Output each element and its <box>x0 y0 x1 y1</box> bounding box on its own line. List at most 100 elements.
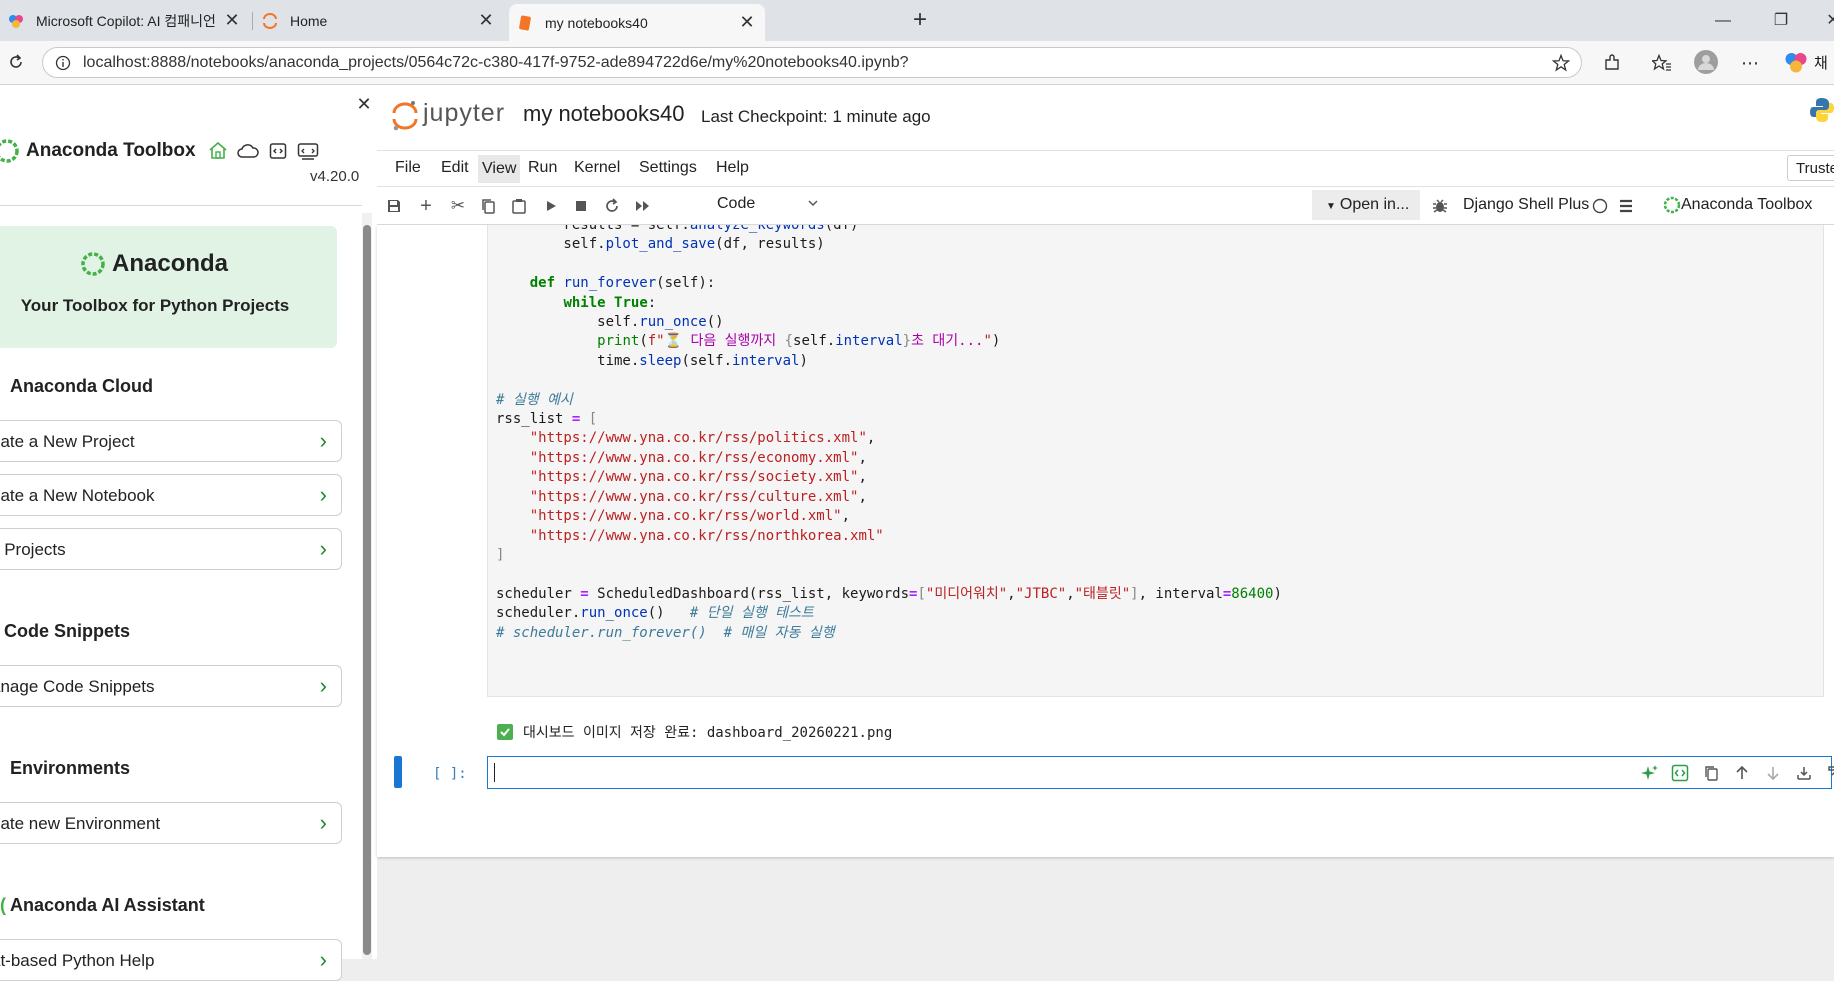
refresh-icon[interactable] <box>4 50 28 74</box>
tab-home[interactable]: Home ✕ <box>254 0 504 41</box>
code-editor[interactable]: results = self.analyze_keywords(df) self… <box>496 225 1282 643</box>
extensions-icon[interactable] <box>1600 51 1624 75</box>
create-project-button[interactable]: eate a New Project › <box>0 420 342 462</box>
chevron-down-icon[interactable] <box>807 197 819 209</box>
manage-snippets-button[interactable]: anage Code Snippets › <box>0 665 342 707</box>
toolbox-header: Anaconda Toolbox <box>0 138 320 164</box>
chat-help-button[interactable]: at-based Python Help › <box>0 939 342 981</box>
copy-icon[interactable] <box>477 195 499 217</box>
move-up-icon[interactable] <box>1732 763 1752 783</box>
anaconda-logo-icon <box>81 252 105 276</box>
kernel-name[interactable]: Django Shell Plus <box>1463 196 1589 214</box>
jupyter-header: jupyter my notebooks40 Last Checkpoint: … <box>377 85 1834 151</box>
run-icon[interactable] <box>540 195 562 217</box>
text-cursor <box>494 763 495 782</box>
toolbox-title: Anaconda Toolbox <box>26 140 196 161</box>
chevron-right-icon: › <box>319 810 327 835</box>
trusted-indicator[interactable]: Truste <box>1787 155 1834 181</box>
tab-notebook-active[interactable]: my notebooks40 ✕ <box>509 4 765 41</box>
jupyter-logo-icon <box>392 101 418 131</box>
tab-title: my notebooks40 <box>545 14 648 31</box>
close-panel-icon[interactable]: ✕ <box>356 95 372 113</box>
home-icon[interactable] <box>206 139 230 163</box>
debugger-bug-icon[interactable] <box>1429 195 1451 217</box>
url-text: localhost:8888/notebooks/anaconda_projec… <box>83 54 909 71</box>
ai-sparkle-icon[interactable] <box>1640 763 1660 783</box>
menu-file[interactable]: File <box>391 159 425 177</box>
minimize-button[interactable]: — <box>1708 8 1738 34</box>
jupyter-tab-icon <box>262 12 278 29</box>
open-in-label: Open in... <box>1339 196 1410 213</box>
stop-icon[interactable] <box>570 195 592 217</box>
restore-button[interactable]: ❐ <box>1766 8 1796 34</box>
info-icon[interactable] <box>51 51 75 75</box>
new-tab-button[interactable]: + <box>906 8 934 34</box>
code-cell[interactable]: results = self.analyze_keywords(df) self… <box>487 225 1824 697</box>
tab-copilot[interactable]: Microsoft Copilot: AI 컴패니언 ✕ <box>0 0 250 41</box>
code-render-icon[interactable] <box>1670 763 1690 783</box>
cut-icon[interactable]: ✂ <box>447 195 469 217</box>
python-logo-icon <box>1810 98 1834 122</box>
fast-forward-icon[interactable] <box>632 195 654 217</box>
open-in-button[interactable]: ▼ Open in... <box>1312 190 1420 220</box>
kernel-status-circle-icon <box>1589 195 1611 217</box>
cell-type-select[interactable]: Code <box>717 195 755 213</box>
cell-prompt: [ ]: <box>433 766 467 782</box>
menu-settings[interactable]: Settings <box>635 159 701 177</box>
notebook-toolbar: + ✂ Code ▼ Open in... Django Shell Plus … <box>377 187 1834 225</box>
paste-icon[interactable] <box>508 195 530 217</box>
toolbox-version: v4.20.0 <box>310 168 360 185</box>
hero-brand: Anaconda <box>80 250 228 278</box>
notebook-icon <box>517 15 533 31</box>
restart-icon[interactable] <box>601 195 623 217</box>
menu-help[interactable]: Help <box>712 159 753 177</box>
create-environment-button[interactable]: eate new Environment › <box>0 802 342 844</box>
chevron-right-icon: › <box>319 482 327 507</box>
hamburger-menu-icon[interactable] <box>1615 195 1637 217</box>
action-label: y Projects <box>0 540 66 559</box>
close-window-button[interactable]: ✕ <box>1818 8 1834 34</box>
insert-below-icon[interactable] <box>1794 763 1814 783</box>
add-cell-icon[interactable]: + <box>415 195 437 217</box>
save-icon[interactable] <box>383 195 405 217</box>
menu-kernel[interactable]: Kernel <box>570 159 624 177</box>
menu-edit[interactable]: Edit <box>437 159 473 177</box>
close-tab-icon[interactable]: ✕ <box>220 9 244 33</box>
copilot-button[interactable]: 채 <box>1784 50 1832 74</box>
favorite-star-icon[interactable] <box>1549 51 1573 75</box>
my-projects-button[interactable]: y Projects › <box>0 528 342 570</box>
anaconda-toolbox-button[interactable]: Anaconda Toolbox <box>1663 196 1812 214</box>
environment-icon[interactable] <box>296 139 320 163</box>
empty-code-cell[interactable] <box>487 756 1834 789</box>
anaconda-hero-card: Anaconda Your Toolbox for Python Project… <box>0 226 337 348</box>
panel-scrollbar[interactable] <box>362 213 372 959</box>
profile-label: 채 <box>1814 54 1828 72</box>
close-tab-icon[interactable]: ✕ <box>735 11 759 35</box>
profile-avatar[interactable] <box>1694 50 1718 74</box>
code-snippet-icon[interactable] <box>266 139 290 163</box>
cell-output: 대시보드 이미지 저장 완료: dashboard_20260221.png <box>497 722 892 742</box>
menu-run[interactable]: Run <box>524 159 561 177</box>
menu-bar: File Edit View Run Kernel Settings Help … <box>377 151 1834 187</box>
notebook-panel: results = self.analyze_keywords(df) self… <box>377 225 1834 857</box>
close-tab-icon[interactable]: ✕ <box>474 9 498 33</box>
tab-title: Home <box>290 12 328 29</box>
menu-view[interactable]: View <box>478 155 521 183</box>
action-label: eate a New Project <box>0 432 135 451</box>
move-down-icon[interactable] <box>1763 763 1783 783</box>
create-notebook-button[interactable]: eate a New Notebook › <box>0 474 342 516</box>
more-menu-icon[interactable]: ⋯ <box>1738 51 1762 75</box>
active-cell-indicator <box>394 756 402 788</box>
url-field[interactable]: localhost:8888/notebooks/anaconda_projec… <box>42 47 1582 78</box>
notebook-title[interactable]: my notebooks40 <box>523 101 684 127</box>
insert-above-icon[interactable] <box>1825 763 1834 783</box>
cloud-icon[interactable] <box>236 139 260 163</box>
scrollbar-thumb[interactable] <box>363 225 371 955</box>
action-label: eate new Environment <box>0 814 161 833</box>
section-ai-assistant: ( Anaconda AI Assistant <box>0 895 205 916</box>
duplicate-cell-icon[interactable] <box>1701 763 1721 783</box>
section-code-snippets: Code Snippets <box>4 621 131 641</box>
chevron-right-icon: › <box>319 673 327 698</box>
favorites-icon[interactable] <box>1650 51 1674 75</box>
panel-divider <box>0 205 362 206</box>
